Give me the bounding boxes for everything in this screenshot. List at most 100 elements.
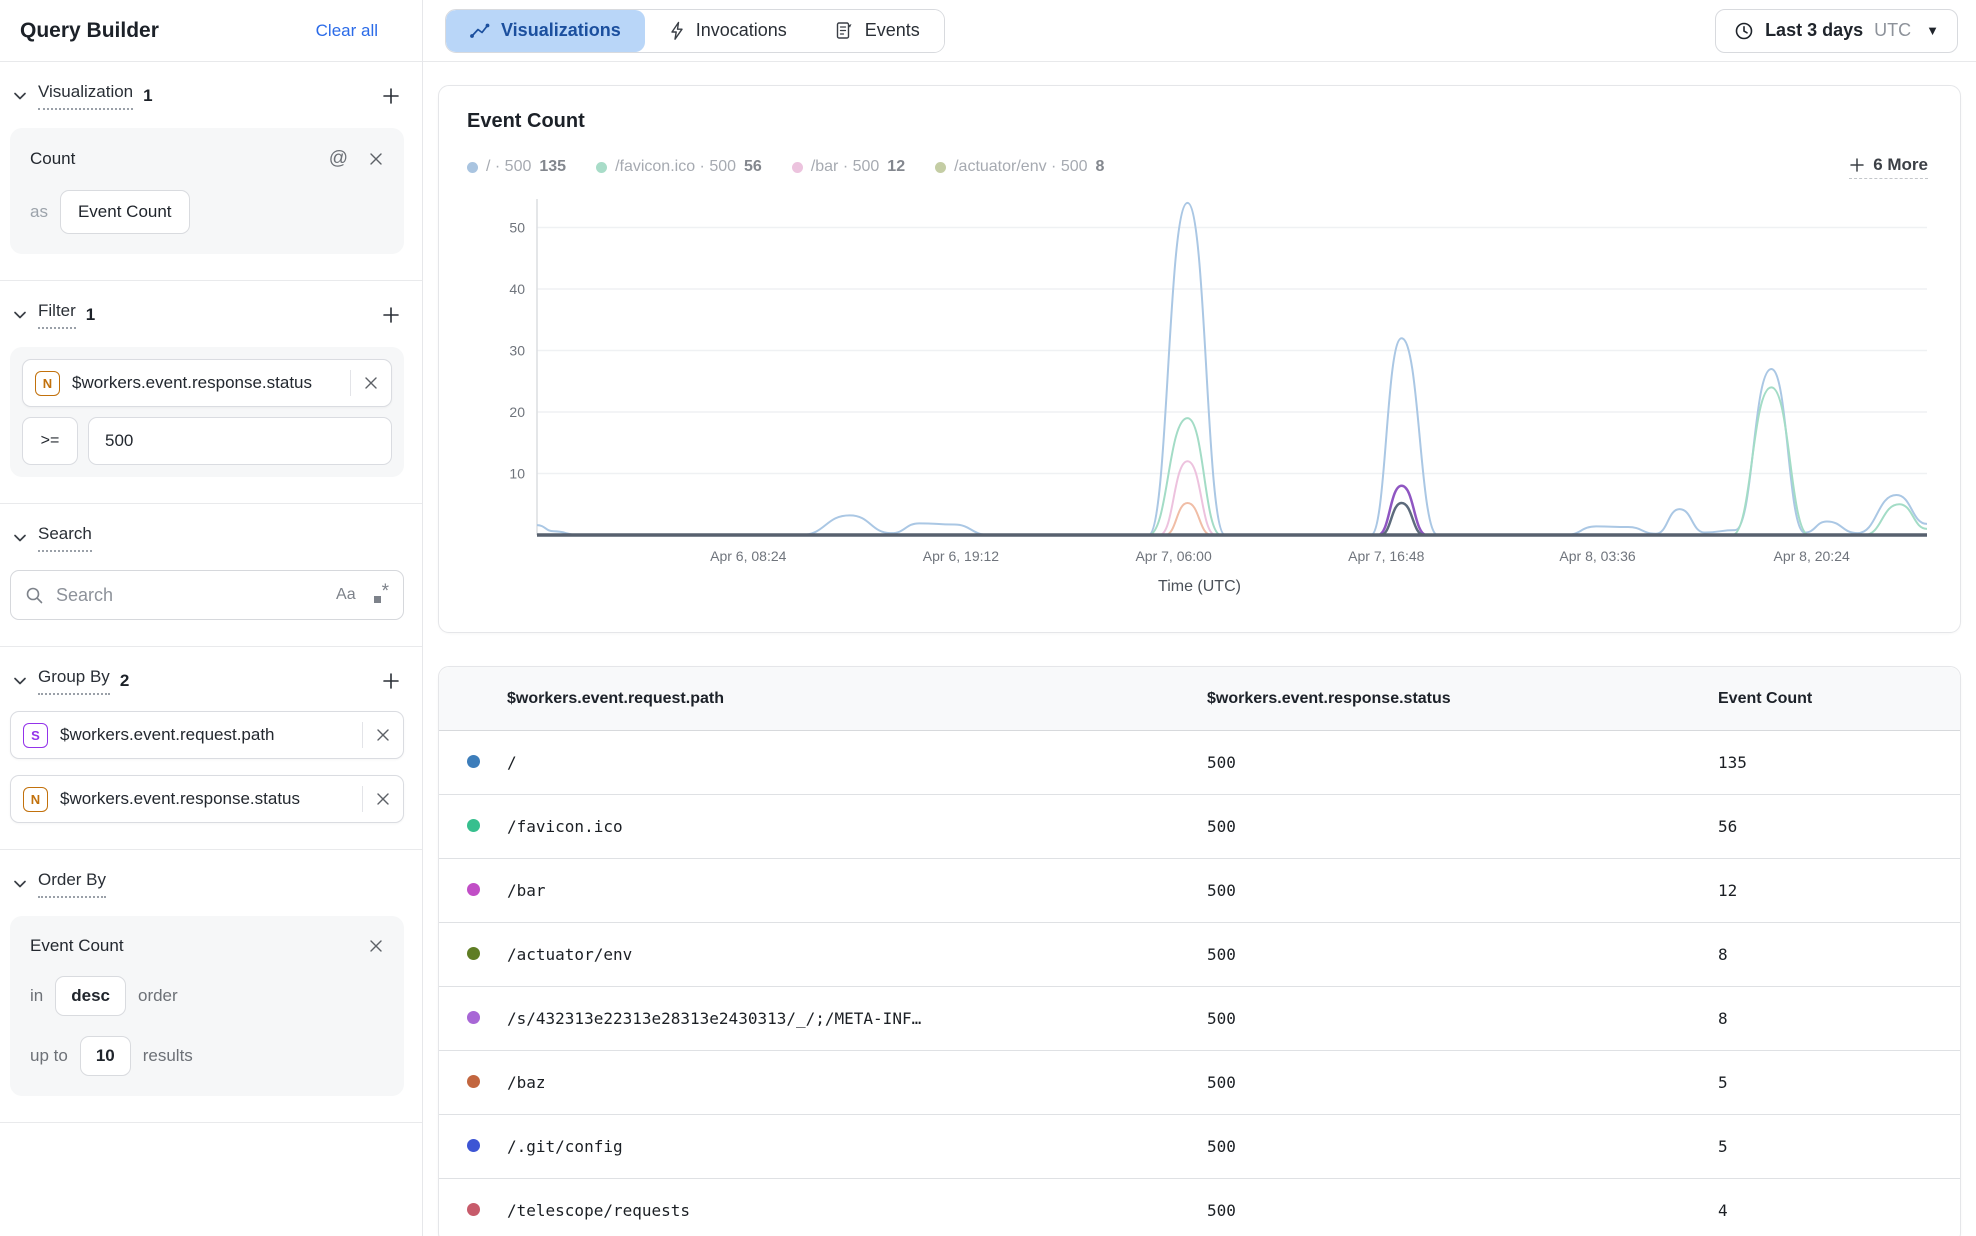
query-builder-sidebar: Query Builder Clear all Visualization 1 … (0, 0, 423, 1236)
group-by-section-title[interactable]: Group By (38, 667, 110, 695)
tab-invocations[interactable]: Invocations (645, 10, 811, 52)
search-icon (25, 586, 44, 605)
filter-value-input[interactable]: 500 (88, 417, 392, 465)
legend-more-button[interactable]: 6 More (1849, 155, 1928, 179)
line-chart: 1020304050Apr 6, 08:24Apr 6, 19:12Apr 7,… (467, 187, 1937, 571)
divider (0, 1122, 422, 1123)
remove-group-by-icon[interactable] (375, 727, 391, 743)
table-row[interactable]: /bar50012 (439, 859, 1960, 923)
legend-item[interactable]: / · 500 135 (467, 158, 566, 176)
order-by-section: Order By Event Count in desc order up to… (0, 849, 422, 1122)
series-color-dot (467, 1075, 480, 1088)
clear-all-link[interactable]: Clear all (316, 21, 378, 41)
table-body: /500135/favicon.ico50056/bar50012/actuat… (439, 731, 1960, 1236)
legend-item[interactable]: /bar · 500 12 (792, 158, 905, 176)
chevron-down-icon[interactable] (12, 673, 28, 689)
series-line (537, 503, 1927, 535)
chevron-down-icon[interactable] (12, 530, 28, 546)
group-by-section: Group By 2 S $workers.event.request.path… (0, 646, 422, 849)
at-mention-icon[interactable]: @ (329, 148, 348, 170)
group-by-field-chip[interactable]: N $workers.event.response.status (10, 775, 404, 823)
line-chart-icon (470, 22, 490, 40)
add-group-by-button[interactable] (378, 668, 404, 694)
legend-dot (467, 162, 478, 173)
chevron-down-icon[interactable] (12, 307, 28, 323)
table-row[interactable]: /.git/config5005 (439, 1115, 1960, 1179)
clock-icon (1734, 21, 1754, 41)
table-row[interactable]: /favicon.ico50056 (439, 795, 1960, 859)
filter-card: N $workers.event.response.status >= 500 (10, 347, 404, 477)
sidebar-title: Query Builder (20, 19, 159, 43)
y-tick-label: 50 (509, 220, 525, 236)
remove-visualization-icon[interactable] (368, 151, 384, 167)
legend-dot (792, 162, 803, 173)
chart-plot[interactable]: 1020304050Apr 6, 08:24Apr 6, 19:12Apr 7,… (467, 187, 1932, 576)
regex-toggle-icon[interactable]: * (374, 581, 389, 607)
plus-icon (381, 305, 401, 325)
add-filter-button[interactable] (378, 302, 404, 328)
cell-request-path: /favicon.ico (507, 817, 1207, 836)
column-header-path: $workers.event.request.path (507, 690, 1207, 708)
limit-input[interactable]: 10 (80, 1036, 131, 1076)
aggregation-label[interactable]: Count (30, 149, 75, 169)
cell-event-count: 8 (1718, 1009, 1960, 1028)
series-color-dot (467, 883, 480, 896)
alias-input[interactable]: Event Count (60, 190, 190, 234)
search-input[interactable]: Search Aa * (10, 570, 404, 620)
filter-operator-select[interactable]: >= (22, 417, 78, 465)
view-tabs: Visualizations Invocations Events (445, 9, 945, 53)
cell-request-path: /bar (507, 881, 1207, 900)
filter-section-title[interactable]: Filter (38, 301, 76, 329)
table-row[interactable]: /baz5005 (439, 1051, 1960, 1115)
order-by-field: Event Count (30, 936, 124, 956)
y-tick-label: 10 (509, 466, 525, 482)
filter-count: 1 (86, 305, 95, 325)
series-color-dot (467, 1011, 480, 1024)
order-by-card: Event Count in desc order up to 10 resul… (10, 916, 404, 1096)
cell-request-path: /actuator/env (507, 945, 1207, 964)
content-area: Event Count / · 500 135/favicon.ico · 50… (423, 62, 1976, 1236)
cell-response-status: 500 (1207, 1073, 1718, 1092)
group-by-field-chip[interactable]: S $workers.event.request.path (10, 711, 404, 759)
x-axis-title: Time (UTC) (467, 578, 1932, 596)
legend-item[interactable]: /favicon.ico · 500 56 (596, 158, 762, 176)
search-section-title[interactable]: Search (38, 524, 92, 552)
remove-filter-icon[interactable] (363, 375, 379, 391)
tab-label: Events (865, 20, 920, 41)
table-row[interactable]: /s/432313e22313e28313e2430313/_/;/META-I… (439, 987, 1960, 1051)
case-sensitive-toggle[interactable]: Aa (336, 586, 356, 604)
tab-visualizations[interactable]: Visualizations (446, 10, 645, 52)
x-tick-label: Apr 7, 06:00 (1135, 548, 1211, 564)
app-root: Query Builder Clear all Visualization 1 … (0, 0, 1976, 1236)
order-by-section-title[interactable]: Order By (38, 870, 106, 898)
remove-group-by-icon[interactable] (375, 791, 391, 807)
cell-response-status: 500 (1207, 881, 1718, 900)
table-row[interactable]: /actuator/env5008 (439, 923, 1960, 987)
topbar: Visualizations Invocations Events (423, 0, 1976, 62)
chevron-down-icon[interactable] (12, 88, 28, 104)
filter-field-chip[interactable]: N $workers.event.response.status (22, 359, 392, 407)
visualization-card: Count @ as Event Count (10, 128, 404, 254)
table-row[interactable]: /500135 (439, 731, 1960, 795)
visualization-section: Visualization 1 Count @ as Event Count (0, 62, 422, 280)
remove-order-by-icon[interactable] (368, 938, 384, 954)
cell-request-path: /baz (507, 1073, 1207, 1092)
divider (362, 786, 363, 812)
add-visualization-button[interactable] (378, 83, 404, 109)
caret-down-icon: ▼ (1926, 23, 1939, 38)
up-to-label: up to (30, 1046, 68, 1066)
order-direction-select[interactable]: desc (55, 976, 126, 1016)
plus-icon (1849, 157, 1865, 173)
cell-response-status: 500 (1207, 1201, 1718, 1220)
group-by-count: 2 (120, 671, 129, 691)
legend-item[interactable]: /actuator/env · 500 8 (935, 158, 1104, 176)
tab-events[interactable]: Events (811, 10, 944, 52)
cell-event-count: 135 (1718, 753, 1960, 772)
results-table: $workers.event.request.path $workers.eve… (438, 666, 1961, 1236)
cell-response-status: 500 (1207, 945, 1718, 964)
time-range-dropdown[interactable]: Last 3 days UTC ▼ (1715, 9, 1958, 53)
series-line (537, 203, 1927, 535)
visualization-section-title[interactable]: Visualization (38, 82, 133, 110)
chevron-down-icon[interactable] (12, 876, 28, 892)
table-row[interactable]: /telescope/requests5004 (439, 1179, 1960, 1236)
